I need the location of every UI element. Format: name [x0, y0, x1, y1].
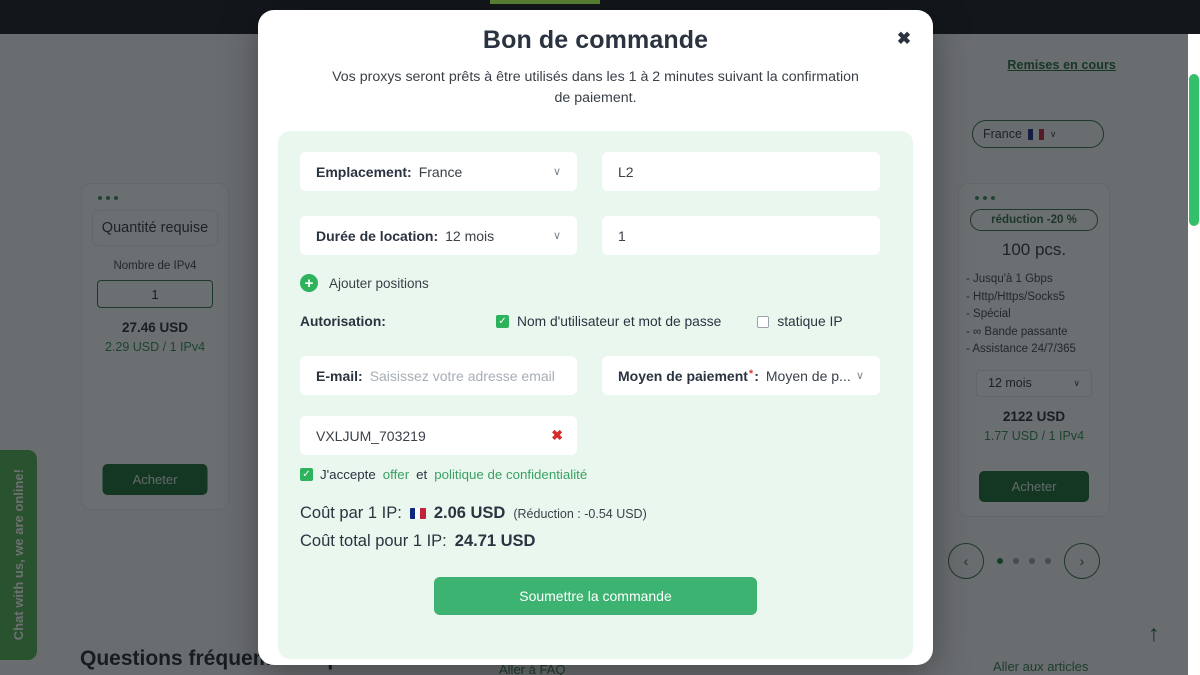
modal-subtitle: Vos proxys seront prêts à être utilisés … — [258, 55, 933, 109]
offer-link[interactable]: offer — [383, 467, 409, 482]
page-scrollbar-track[interactable] — [1188, 34, 1200, 675]
location-value: France — [419, 164, 463, 180]
email-field[interactable]: E-mail: Saisissez votre adresse email — [300, 356, 577, 395]
app-root: Remises en cours France ∨ Quantité requi… — [0, 0, 1200, 675]
level-value: L2 — [618, 164, 634, 180]
payment-method-label: Moyen de paiement*: — [618, 368, 759, 384]
accept-middle: et — [416, 467, 427, 482]
location-label: Emplacement: — [316, 164, 412, 180]
duration-label: Durée de location: — [316, 228, 438, 244]
email-label: E-mail: — [316, 368, 363, 384]
email-placeholder: Saisissez votre adresse email — [370, 368, 555, 384]
checkbox-checked-icon[interactable]: ✓ — [300, 468, 313, 481]
chevron-down-icon: ∨ — [553, 229, 561, 242]
coupon-value: VXLJUM_703219 — [316, 428, 426, 444]
close-icon[interactable]: ✖ — [893, 28, 915, 50]
cost-per-ip-note: (Réduction : -0.54 USD) — [513, 507, 646, 521]
form-row-location: Emplacement: France ∨ L2 — [300, 152, 891, 191]
duration-select[interactable]: Durée de location: 12 mois ∨ — [300, 216, 577, 255]
auth-option-static-ip-label: statique IP — [777, 314, 842, 329]
cost-per-ip-value: 2.06 USD — [434, 504, 506, 523]
page-scrollbar-thumb[interactable] — [1189, 74, 1199, 226]
order-form-panel: Emplacement: France ∨ L2 Durée de locati… — [278, 131, 913, 659]
auth-option-static-ip[interactable]: statique IP — [757, 314, 842, 329]
checkbox-unchecked-icon[interactable] — [757, 316, 769, 328]
accept-terms-row[interactable]: ✓ J'accepte offer et politique de confid… — [300, 467, 891, 482]
quantity-input[interactable]: 1 — [602, 216, 880, 255]
add-positions-button[interactable]: + Ajouter positions — [300, 274, 891, 292]
auth-option-userpass-label: Nom d'utilisateur et mot de passe — [517, 314, 721, 329]
location-select[interactable]: Emplacement: France ∨ — [300, 152, 577, 191]
authorization-label: Autorisation: — [300, 314, 496, 329]
cost-per-ip-row: Coût par 1 IP: 2.06 USD (Réduction : -0.… — [300, 504, 891, 523]
add-positions-label: Ajouter positions — [329, 276, 429, 291]
modal-title: Bon de commande — [258, 10, 933, 55]
privacy-policy-link[interactable]: politique de confidentialité — [434, 467, 587, 482]
form-row-contact: E-mail: Saisissez votre adresse email Mo… — [300, 356, 891, 395]
payment-method-select[interactable]: Moyen de paiement*: Moyen de p... ∨ — [602, 356, 880, 395]
cost-per-ip-label: Coût par 1 IP: — [300, 504, 402, 523]
clear-coupon-icon[interactable]: ✖ — [551, 427, 563, 444]
chevron-down-icon: ∨ — [553, 165, 561, 178]
quantity-value: 1 — [618, 228, 626, 244]
cost-total-row: Coût total pour 1 IP: 24.71 USD — [300, 532, 891, 551]
cost-total-value: 24.71 USD — [455, 532, 536, 551]
cost-total-label: Coût total pour 1 IP: — [300, 532, 447, 551]
level-input[interactable]: L2 — [602, 152, 880, 191]
auth-option-userpass[interactable]: ✓ Nom d'utilisateur et mot de passe — [496, 314, 721, 329]
form-row-duration: Durée de location: 12 mois ∨ 1 — [300, 216, 891, 255]
authorization-row: Autorisation: ✓ Nom d'utilisateur et mot… — [300, 314, 891, 329]
chevron-down-icon: ∨ — [856, 369, 864, 382]
required-asterisk: * — [749, 368, 753, 380]
submit-order-button[interactable]: Soumettre la commande — [434, 577, 757, 615]
coupon-field[interactable]: VXLJUM_703219 ✖ — [300, 416, 577, 455]
plus-circle-icon: + — [300, 274, 318, 292]
order-form-modal: ✖ Bon de commande Vos proxys seront prêt… — [258, 10, 933, 665]
accept-prefix: J'accepte — [320, 467, 376, 482]
duration-value: 12 mois — [445, 228, 494, 244]
checkbox-checked-icon[interactable]: ✓ — [496, 315, 509, 328]
payment-method-value: Moyen de p... — [766, 368, 851, 384]
france-flag-icon — [410, 508, 426, 519]
